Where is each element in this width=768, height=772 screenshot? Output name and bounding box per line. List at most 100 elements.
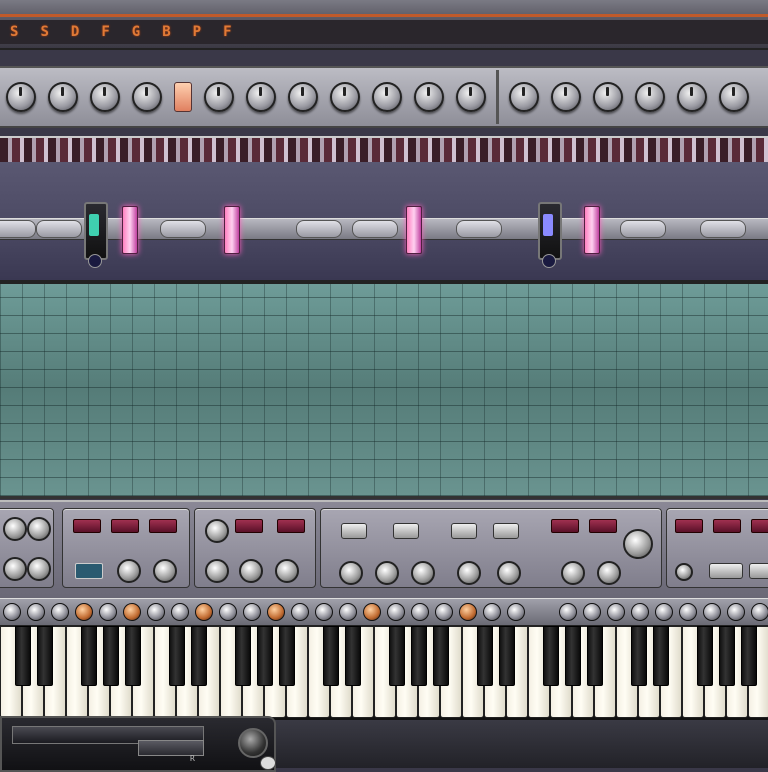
knob-icon[interactable] xyxy=(27,603,45,621)
knob-icon[interactable] xyxy=(435,603,453,621)
toggle-button[interactable] xyxy=(393,523,419,539)
knob-icon[interactable] xyxy=(675,563,693,581)
knob-icon[interactable] xyxy=(99,603,117,621)
knob-icon[interactable] xyxy=(51,603,69,621)
piano-key-icon[interactable] xyxy=(323,626,339,686)
knob-icon[interactable] xyxy=(372,82,402,112)
knob-icon[interactable] xyxy=(719,82,749,112)
knob-icon[interactable] xyxy=(457,561,481,585)
knob-icon[interactable] xyxy=(507,603,525,621)
knob-icon[interactable] xyxy=(363,603,381,621)
red-button[interactable] xyxy=(751,519,768,533)
knob-icon[interactable] xyxy=(219,603,237,621)
toggle-button[interactable] xyxy=(341,523,367,539)
knob-icon[interactable] xyxy=(593,82,623,112)
piano-key-icon[interactable] xyxy=(279,626,295,686)
knob-icon[interactable] xyxy=(631,603,649,621)
knob-icon[interactable] xyxy=(291,603,309,621)
knob-icon[interactable] xyxy=(204,82,234,112)
knob-icon[interactable] xyxy=(205,559,229,583)
toggle-button[interactable] xyxy=(451,523,477,539)
piano-key-icon[interactable] xyxy=(81,626,97,686)
knob-icon[interactable] xyxy=(387,603,405,621)
knob-icon[interactable] xyxy=(635,82,665,112)
red-button[interactable] xyxy=(111,519,139,533)
knob-icon[interactable] xyxy=(48,82,78,112)
knob-icon[interactable] xyxy=(411,561,435,585)
fader-icon[interactable] xyxy=(84,202,108,268)
knob-icon[interactable] xyxy=(655,603,673,621)
knob-icon[interactable] xyxy=(607,603,625,621)
knob-icon[interactable] xyxy=(153,559,177,583)
piano-key-icon[interactable] xyxy=(37,626,53,686)
piano-key-icon[interactable] xyxy=(191,626,207,686)
piano-key-icon[interactable] xyxy=(433,626,449,686)
knob-icon[interactable] xyxy=(205,519,229,543)
knob-icon[interactable] xyxy=(623,529,653,559)
knob-icon[interactable] xyxy=(551,82,581,112)
knob-icon[interactable] xyxy=(339,561,363,585)
knob-icon[interactable] xyxy=(3,557,27,581)
piano-key-icon[interactable] xyxy=(15,626,31,686)
piano-key-icon[interactable] xyxy=(565,626,581,686)
piano-key-icon[interactable] xyxy=(477,626,493,686)
knob-icon[interactable] xyxy=(456,82,486,112)
knob-icon[interactable] xyxy=(583,603,601,621)
knob-icon[interactable] xyxy=(677,82,707,112)
knob-icon[interactable] xyxy=(243,603,261,621)
knob-icon[interactable] xyxy=(90,82,120,112)
piano-key-icon[interactable] xyxy=(257,626,273,686)
piano-key-icon[interactable] xyxy=(499,626,515,686)
knob-icon[interactable] xyxy=(561,561,585,585)
knob-icon[interactable] xyxy=(238,728,268,758)
knob-icon[interactable] xyxy=(147,603,165,621)
knob-icon[interactable] xyxy=(132,82,162,112)
knob-icon[interactable] xyxy=(679,603,697,621)
red-button[interactable] xyxy=(551,519,579,533)
red-button[interactable] xyxy=(277,519,305,533)
knob-icon[interactable] xyxy=(275,559,299,583)
knob-icon[interactable] xyxy=(315,603,333,621)
knob-icon[interactable] xyxy=(559,603,577,621)
piano-key-icon[interactable] xyxy=(411,626,427,686)
knob-icon[interactable] xyxy=(75,603,93,621)
sequencer-grid[interactable] xyxy=(0,284,768,499)
red-button[interactable] xyxy=(149,519,177,533)
knob-icon[interactable] xyxy=(195,603,213,621)
piano-key-icon[interactable] xyxy=(697,626,713,686)
knob-icon[interactable] xyxy=(751,603,768,621)
piano-key-icon[interactable] xyxy=(631,626,647,686)
knob-icon[interactable] xyxy=(330,82,360,112)
red-button[interactable] xyxy=(235,519,263,533)
knob-icon[interactable] xyxy=(288,82,318,112)
piano-key-icon[interactable] xyxy=(389,626,405,686)
knob-icon[interactable] xyxy=(597,561,621,585)
piano-key-icon[interactable] xyxy=(345,626,361,686)
knob-icon[interactable] xyxy=(411,603,429,621)
knob-icon[interactable] xyxy=(459,603,477,621)
piano-key-icon[interactable] xyxy=(653,626,669,686)
knob-icon[interactable] xyxy=(483,603,501,621)
red-button[interactable] xyxy=(675,519,703,533)
knob-icon[interactable] xyxy=(375,561,399,585)
piano-key-icon[interactable] xyxy=(741,626,757,686)
toggle-button[interactable] xyxy=(493,523,519,539)
knob-icon[interactable] xyxy=(414,82,444,112)
led-button[interactable] xyxy=(174,82,192,112)
knob-icon[interactable] xyxy=(703,603,721,621)
knob-icon[interactable] xyxy=(117,559,141,583)
piano-key-icon[interactable] xyxy=(543,626,559,686)
knob-icon[interactable] xyxy=(246,82,276,112)
knob-icon[interactable] xyxy=(497,561,521,585)
knob-icon[interactable] xyxy=(171,603,189,621)
red-button[interactable] xyxy=(73,519,101,533)
piano-key-icon[interactable] xyxy=(587,626,603,686)
knob-icon[interactable] xyxy=(239,559,263,583)
piano-key-icon[interactable] xyxy=(103,626,119,686)
piano-key-icon[interactable] xyxy=(125,626,141,686)
red-button[interactable] xyxy=(713,519,741,533)
knob-icon[interactable] xyxy=(509,82,539,112)
fader-icon[interactable] xyxy=(538,202,562,268)
knob-icon[interactable] xyxy=(267,603,285,621)
knob-icon[interactable] xyxy=(6,82,36,112)
